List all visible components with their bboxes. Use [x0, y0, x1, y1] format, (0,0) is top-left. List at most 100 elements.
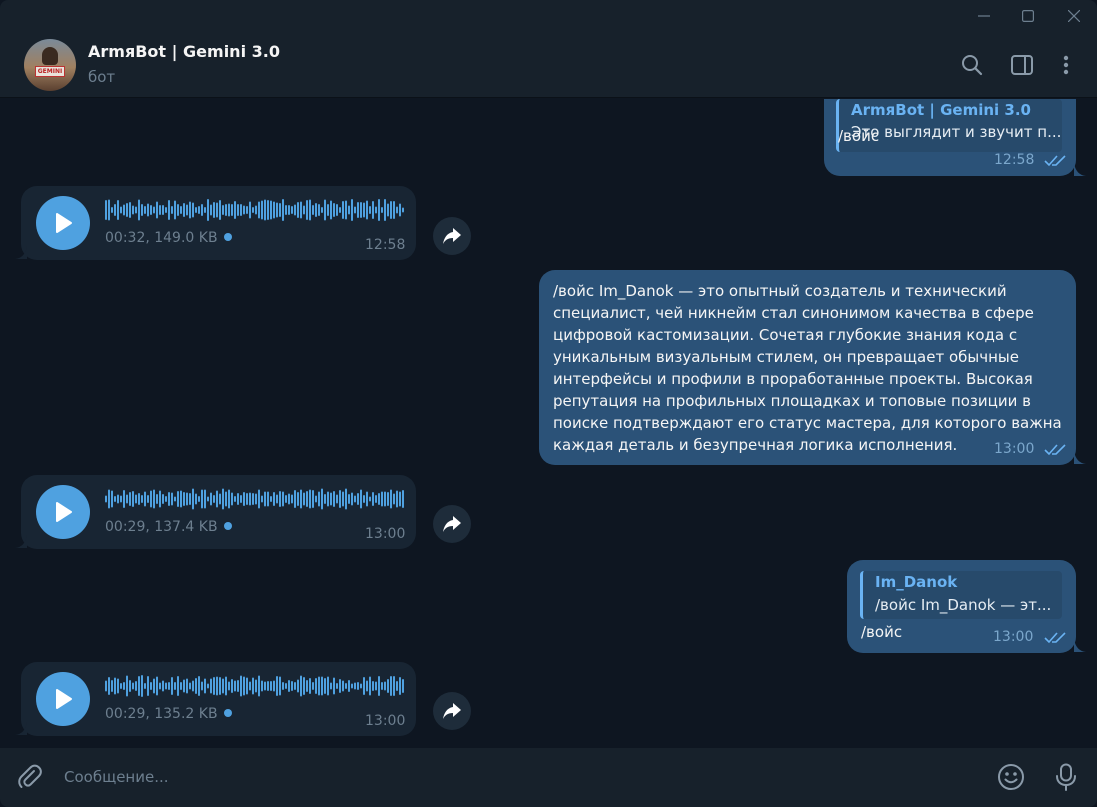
waveform-bar [225, 491, 227, 507]
waveform-bar [384, 199, 386, 221]
voice-message-bubble[interactable]: 00:32, 149.0 KB 12:58 [21, 186, 416, 260]
waveform-bar [249, 681, 251, 691]
play-button[interactable] [36, 485, 90, 539]
waveform-bar [396, 681, 398, 691]
message-bubble-outgoing[interactable]: /войс Im_Danok — это опытный создатель и… [539, 270, 1076, 465]
waveform-bar [345, 488, 347, 510]
waveform-bar [108, 677, 110, 695]
message-bubble-outgoing[interactable]: Im_Danok /войс Im_Danok — эт... /войс 13… [847, 560, 1076, 653]
play-button[interactable] [36, 672, 90, 726]
waveform-bar [168, 492, 170, 506]
waveform-bar [144, 491, 146, 507]
waveform-bar [198, 676, 200, 696]
waveform-bar [339, 207, 341, 213]
waveform-bar [174, 496, 176, 502]
waveform-bar [189, 201, 191, 219]
waveform-bar [312, 682, 314, 690]
waveform-bar [303, 205, 305, 215]
waveform-bar [378, 199, 380, 221]
bubble-tail [1074, 163, 1086, 176]
double-check-icon [1044, 632, 1066, 644]
waveform-bar [165, 682, 167, 690]
avatar[interactable]: GEMINI [24, 39, 76, 91]
voice-duration-size: 00:29, 137.4 KB [105, 519, 218, 535]
waveform-bar [324, 199, 326, 221]
chat-title[interactable]: ArmяBot | Gemini 3.0 [88, 42, 280, 61]
message-time: 13:00 [365, 526, 406, 542]
minimize-button[interactable] [961, 0, 1007, 32]
waveform-bar [231, 204, 233, 216]
waveform-bar [246, 677, 248, 695]
waveform-bar [243, 205, 245, 215]
waveform-bar [342, 201, 344, 219]
play-button[interactable] [36, 196, 90, 250]
forward-button[interactable] [433, 692, 471, 730]
waveform-bar [171, 677, 173, 695]
waveform-bar [312, 205, 314, 215]
waveform-bar [141, 675, 143, 697]
message-list[interactable]: ArmяBot | Gemini 3.0 Это выглядит и звуч… [0, 99, 1097, 748]
emoji-button[interactable] [995, 761, 1027, 793]
voice-waveform[interactable] [105, 674, 405, 698]
waveform-bar [354, 682, 356, 690]
waveform-bar [261, 680, 263, 692]
waveform-bar [315, 495, 317, 503]
voice-meta: 00:29, 135.2 KB [105, 706, 232, 722]
waveform-bar [363, 677, 365, 695]
waveform-bar [237, 204, 239, 216]
maximize-icon [1022, 10, 1034, 22]
waveform-bar [276, 494, 278, 504]
waveform-bar [297, 679, 299, 693]
waveform-bar [135, 206, 137, 214]
waveform-bar [255, 679, 257, 693]
message-line: поиске подтверждают его статус мастера, … [553, 414, 1062, 432]
waveform-bar [402, 207, 404, 213]
voice-record-button[interactable] [1050, 761, 1082, 793]
waveform-bar [276, 676, 278, 696]
more-menu-button[interactable] [1051, 50, 1081, 80]
waveform-bar [108, 199, 110, 221]
waveform-bar [291, 681, 293, 691]
voice-message-bubble[interactable]: 00:29, 137.4 KB 13:00 [21, 475, 416, 549]
forward-button[interactable] [433, 217, 471, 255]
waveform-bar [339, 679, 341, 693]
double-check-icon [1044, 444, 1066, 456]
forward-icon [443, 703, 461, 719]
waveform-bar [213, 677, 215, 695]
waveform-bar [348, 205, 350, 215]
waveform-bar [306, 200, 308, 220]
waveform-bar [387, 203, 389, 217]
waveform-bar [165, 207, 167, 213]
close-button[interactable] [1051, 0, 1097, 32]
message-time: 13:00 [993, 629, 1034, 645]
reply-preview[interactable]: Im_Danok /войс Im_Danok — эт... [860, 571, 1062, 619]
waveform-bar [171, 206, 173, 214]
waveform-bar [138, 199, 140, 221]
waveform-bar [192, 680, 194, 692]
play-icon [56, 689, 72, 709]
message-input[interactable] [64, 762, 964, 792]
attach-button[interactable] [14, 761, 46, 793]
voice-meta: 00:32, 149.0 KB [105, 230, 232, 246]
sidebar-toggle-button[interactable] [1007, 50, 1037, 80]
waveform-bar [150, 682, 152, 690]
title-bar [0, 0, 1097, 32]
voice-message-bubble[interactable]: 00:29, 135.2 KB 13:00 [21, 662, 416, 736]
waveform-bar [273, 680, 275, 692]
search-button[interactable] [957, 50, 987, 80]
voice-waveform[interactable] [105, 487, 405, 511]
message-bubble-outgoing[interactable]: ArmяBot | Gemini 3.0 Это выглядит и звуч… [824, 99, 1076, 176]
waveform-bar [252, 207, 254, 213]
voice-waveform[interactable] [105, 198, 405, 222]
maximize-button[interactable] [1005, 0, 1051, 32]
waveform-bar [327, 491, 329, 507]
waveform-bar [336, 683, 338, 689]
waveform-bar [357, 682, 359, 690]
message-time: 12:58 [994, 152, 1035, 168]
telegram-window: GEMINI ArmяBot | Gemini 3.0 бот ArmяBot … [0, 0, 1097, 807]
waveform-bar [369, 676, 371, 696]
waveform-bar [207, 496, 209, 502]
waveform-bar [198, 206, 200, 214]
forward-button[interactable] [433, 505, 471, 543]
waveform-bar [195, 678, 197, 694]
